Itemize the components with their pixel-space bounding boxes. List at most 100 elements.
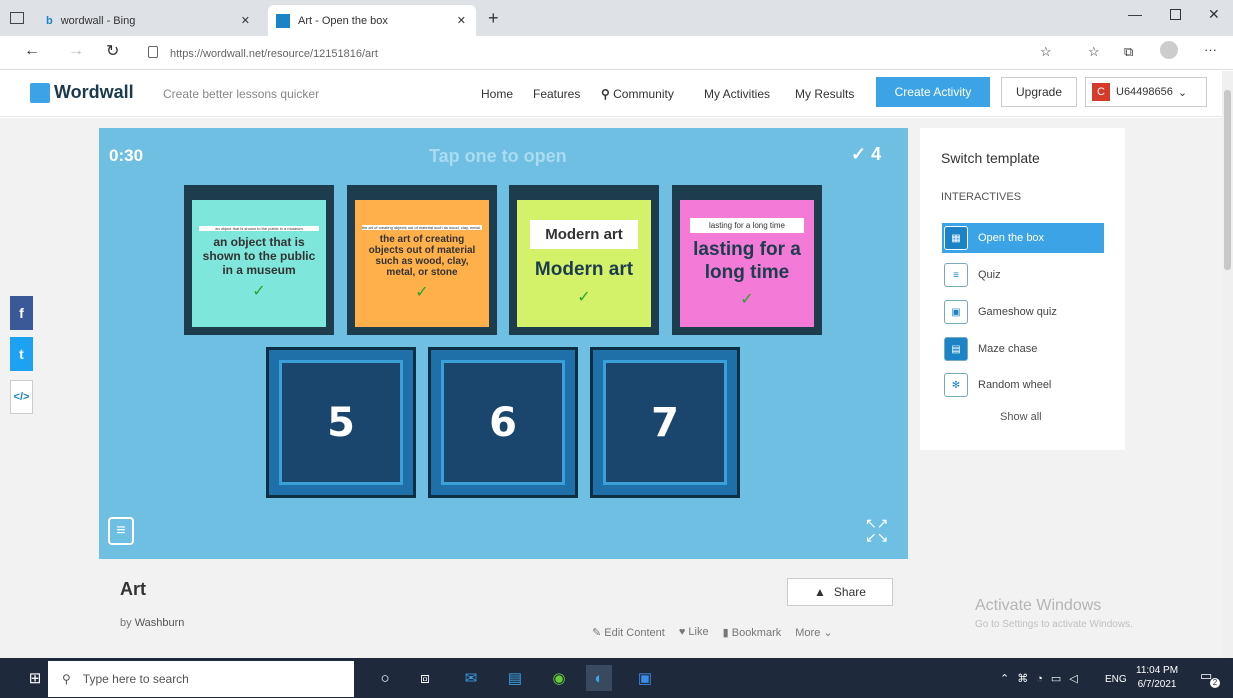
edge-icon[interactable]: ◐	[586, 665, 612, 691]
create-activity-button[interactable]: Create Activity	[876, 77, 990, 107]
opened-card-4[interactable]: lasting for a long time lasting for a lo…	[672, 185, 822, 335]
store-icon[interactable]: ▤	[502, 665, 528, 691]
avatar: C	[1092, 83, 1110, 101]
facebook-share-button[interactable]: f	[10, 296, 33, 330]
taskbar-search[interactable]: ⚲ Type here to search	[48, 661, 354, 697]
close-window-icon[interactable]: ✕	[1208, 6, 1220, 23]
favorites-icon[interactable]: ☆	[1088, 44, 1100, 60]
url-field[interactable]: https://wordwall.net/resource/12151816/a…	[170, 43, 1040, 65]
checkmark-icon: ✓	[740, 290, 754, 308]
mail-icon[interactable]: ✉	[458, 665, 484, 691]
logo-icon	[30, 82, 50, 103]
twitter-share-button[interactable]: t	[10, 337, 33, 371]
opened-card-3[interactable]: Modern art Modern art ✓	[509, 185, 659, 335]
template-label: Gameshow quiz	[978, 306, 1057, 318]
menu-icon[interactable]: ≡	[108, 517, 134, 545]
template-random-wheel[interactable]: ✻ Random wheel	[942, 370, 1102, 400]
template-gameshow-quiz[interactable]: ▣ Gameshow quiz	[942, 297, 1102, 327]
embed-button[interactable]: </>	[10, 380, 33, 414]
activate-windows-title: Activate Windows	[975, 597, 1102, 614]
new-tab-icon[interactable]: +	[488, 8, 499, 29]
nav-home[interactable]: Home	[481, 87, 513, 101]
card-face: an object that is shown to the public in…	[192, 200, 326, 327]
more-link[interactable]: More ⌄	[795, 626, 832, 639]
forward-icon[interactable]: →	[68, 42, 84, 60]
card-back: 7	[603, 360, 727, 485]
clock[interactable]: 11:04 PM 6/7/2021	[1136, 664, 1178, 692]
collections-icon[interactable]: ⧉	[1124, 44, 1133, 60]
tab-bing[interactable]: b wordwall - Bing ✕	[38, 5, 260, 36]
task-view-icon[interactable]: ⧈	[412, 665, 438, 691]
template-label: Open the box	[978, 232, 1045, 244]
bing-icon: b	[46, 14, 53, 27]
user-menu[interactable]: C U64498656 ⌄	[1085, 77, 1207, 107]
scrollbar-thumb[interactable]	[1224, 90, 1231, 270]
checkmark-icon: ✓	[851, 144, 867, 164]
lock-icon	[148, 46, 158, 58]
cortana-icon[interactable]: ○	[372, 665, 398, 691]
nav-my-results[interactable]: My Results	[795, 87, 854, 101]
wordwall-logo[interactable]: Wordwall	[30, 82, 134, 103]
open-box-icon: ▦	[944, 226, 968, 250]
card-face: Modern art Modern art ✓	[517, 200, 651, 327]
nav-my-activities[interactable]: My Activities	[704, 87, 770, 101]
nav-community[interactable]: ⚲ Community	[601, 87, 674, 101]
template-quiz[interactable]: ≡ Quiz	[942, 260, 1102, 290]
game-stage[interactable]: 0:30 Tap one to open ✓ 4 an object that …	[99, 128, 908, 559]
refresh-icon[interactable]: ↻	[106, 41, 119, 61]
pencil-icon: ✎	[592, 627, 602, 639]
word-icon[interactable]: ▣	[632, 665, 658, 691]
nav-features[interactable]: Features	[533, 87, 580, 101]
like-link[interactable]: ♥ Like	[679, 626, 709, 639]
score-value: 4	[871, 144, 882, 164]
score: ✓ 4	[851, 144, 881, 165]
timer: 0:30	[109, 146, 144, 165]
share-button[interactable]: ▲ Share	[787, 578, 893, 606]
notification-icon[interactable]: ▭ 2	[1200, 668, 1222, 690]
windows-start-icon[interactable]: ⊞	[22, 665, 48, 691]
share-icon: ▲	[814, 585, 826, 599]
card-back: 5	[279, 360, 403, 485]
card-main-text: lasting for a long time	[693, 239, 801, 283]
system-tray-icons[interactable]: ⌃⌘◔▭◁	[1000, 672, 1086, 685]
opened-card-1[interactable]: an object that is shown to the public in…	[184, 185, 334, 335]
maze-icon: ▤	[944, 337, 968, 361]
fullscreen-icon[interactable]: ↖↗ ↙↘	[865, 516, 888, 544]
app-icon[interactable]: ◉	[546, 665, 572, 691]
closed-card-5[interactable]: 5	[266, 347, 416, 498]
template-maze-chase[interactable]: ▤ Maze chase	[942, 334, 1102, 364]
closed-card-7[interactable]: 7	[590, 347, 740, 498]
opened-card-2[interactable]: the art of creating objects out of mater…	[347, 185, 497, 335]
tab-actions-icon[interactable]	[10, 12, 24, 24]
edit-content-link[interactable]: ✎ Edit Content	[592, 626, 665, 639]
tab-wordwall[interactable]: Art - Open the box ✕	[268, 5, 476, 36]
card-small-text: lasting for a long time	[690, 218, 804, 234]
bookmark-link[interactable]: ▮ Bookmark	[723, 626, 782, 639]
read-aloud-icon[interactable]: ☆	[1040, 44, 1052, 60]
close-icon[interactable]: ✕	[457, 14, 466, 27]
back-icon[interactable]: ←	[24, 42, 40, 60]
bookmark-label: Bookmark	[731, 627, 782, 639]
language-indicator[interactable]: ENG	[1105, 674, 1127, 685]
search-icon: ⚲	[62, 672, 71, 686]
close-icon[interactable]: ✕	[241, 14, 250, 27]
nav-community-label: Community	[613, 87, 674, 101]
maximize-icon[interactable]	[1170, 9, 1181, 20]
card-small-text: an object that is shown to the public in…	[198, 226, 320, 231]
upgrade-button[interactable]: Upgrade	[1001, 77, 1077, 107]
show-all-link[interactable]: Show all	[1000, 411, 1042, 423]
card-back: 6	[441, 360, 565, 485]
closed-card-6[interactable]: 6	[428, 347, 578, 498]
more-icon[interactable]: ···	[1204, 42, 1217, 57]
card-number: 5	[327, 399, 355, 446]
minimize-icon[interactable]: —	[1128, 6, 1142, 22]
tab-title: Art - Open the box	[298, 14, 388, 27]
prompt: Tap one to open	[429, 146, 567, 166]
template-open-the-box[interactable]: ▦ Open the box	[942, 223, 1104, 253]
notification-count: 2	[1210, 678, 1220, 688]
author-name[interactable]: Washburn	[135, 617, 185, 629]
more-label: More	[795, 627, 821, 639]
bookmark-icon: ▮	[722, 627, 729, 639]
profile-icon[interactable]	[1160, 41, 1178, 59]
card-face: the art of creating objects out of mater…	[355, 200, 489, 327]
